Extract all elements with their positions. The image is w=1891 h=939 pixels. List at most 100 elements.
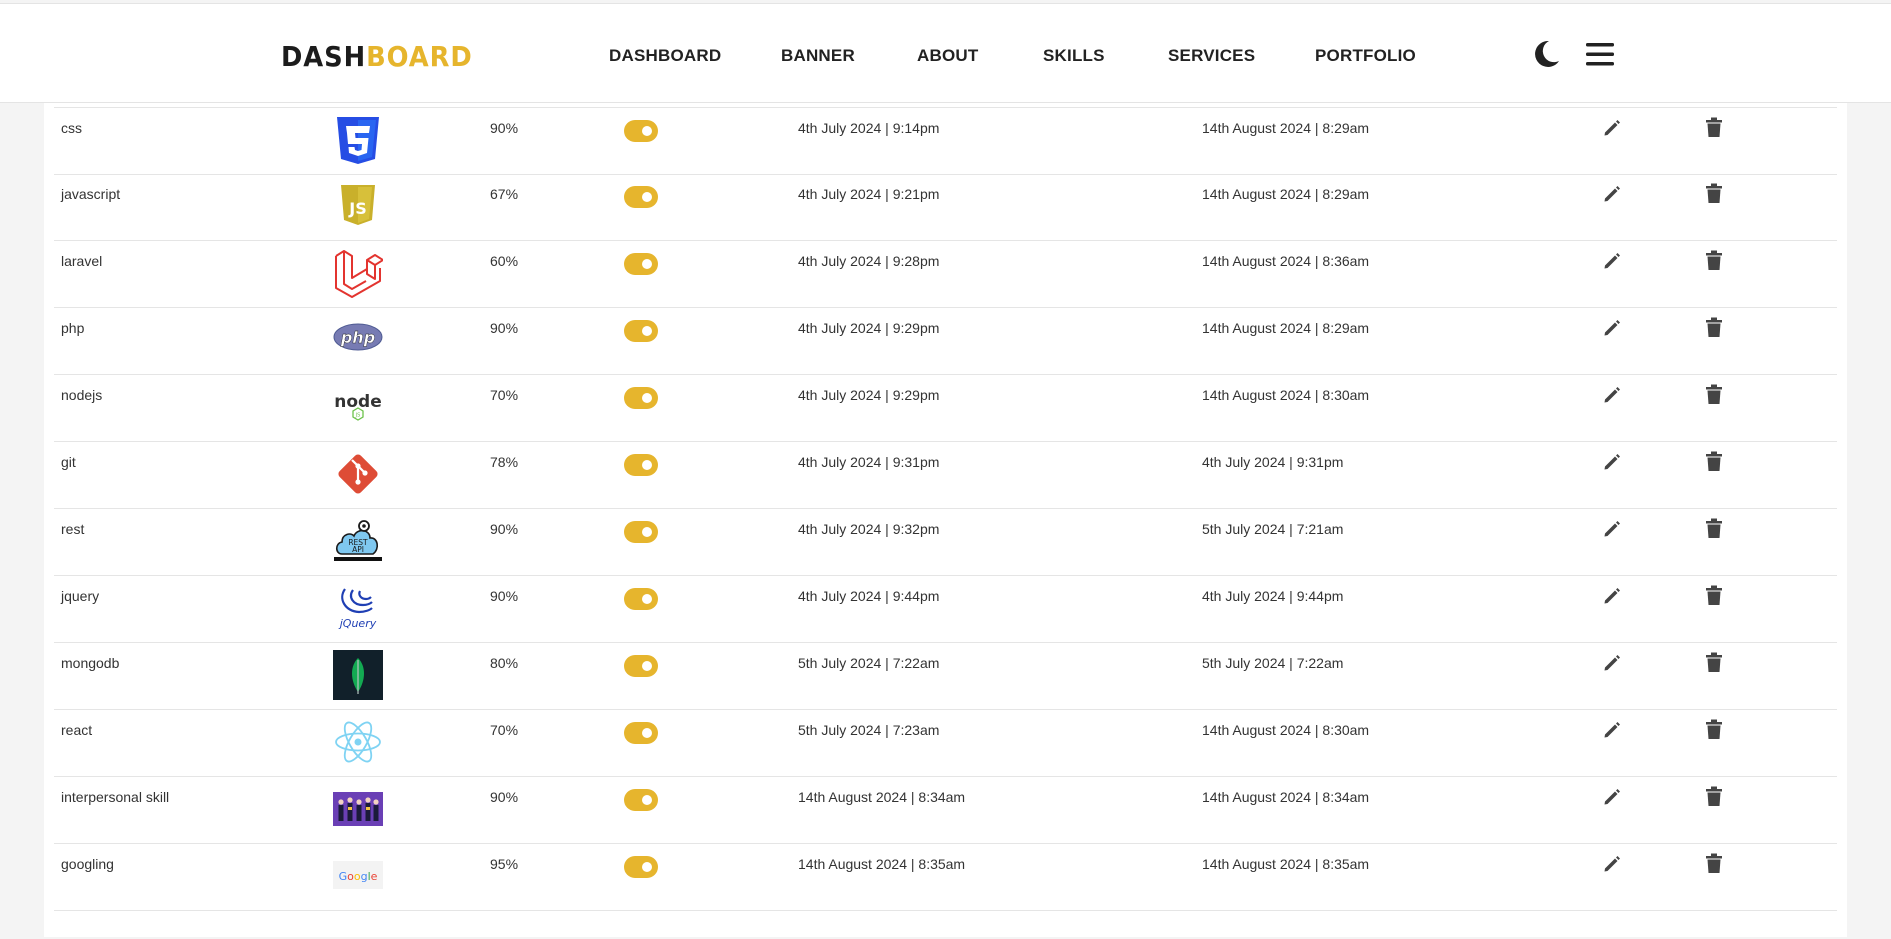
toggle-knob xyxy=(642,460,652,470)
skill-percent: 95% xyxy=(490,856,519,872)
table-row: googling Google 95% 14th August 2024 | 8… xyxy=(54,844,1837,911)
toggle-knob xyxy=(642,661,652,671)
skill-percent: 80% xyxy=(490,655,519,671)
top-navbar: DASHBOARD DASHBOARD BANNER ABOUT SKILLS … xyxy=(0,3,1891,103)
visibility-toggle[interactable] xyxy=(624,454,658,476)
pencil-icon[interactable] xyxy=(1602,720,1622,740)
pencil-icon[interactable] xyxy=(1602,854,1622,874)
skill-percent: 60% xyxy=(490,253,519,269)
pencil-icon[interactable] xyxy=(1602,586,1622,606)
skill-name: git xyxy=(61,454,76,470)
trash-icon[interactable] xyxy=(1705,384,1723,405)
hamburger-menu-icon[interactable] xyxy=(1585,41,1615,68)
skill-name: react xyxy=(61,722,93,738)
skill-name: php xyxy=(61,320,85,336)
trash-icon[interactable] xyxy=(1705,853,1723,874)
pencil-icon[interactable] xyxy=(1602,452,1622,472)
table-row: css 90% 4th July 2024 | 9:14pm 14th Augu… xyxy=(54,107,1837,175)
nav-banner[interactable]: BANNER xyxy=(781,46,855,66)
toggle-knob xyxy=(642,795,652,805)
laravel-logo-icon xyxy=(335,250,383,298)
updated-at: 4th July 2024 | 9:31pm xyxy=(1202,454,1344,470)
pencil-icon[interactable] xyxy=(1602,519,1622,539)
moon-icon[interactable] xyxy=(1532,39,1560,69)
svg-text:Google: Google xyxy=(339,870,378,883)
skill-name: nodejs xyxy=(61,387,103,403)
visibility-toggle[interactable] xyxy=(624,186,658,208)
created-at: 4th July 2024 | 9:32pm xyxy=(798,521,940,537)
table-row: interpersonal skill 90% 14th August 2024… xyxy=(54,777,1837,844)
trash-icon[interactable] xyxy=(1705,719,1723,740)
visibility-toggle[interactable] xyxy=(624,120,658,142)
nav-skills[interactable]: SKILLS xyxy=(1043,46,1105,66)
table-row: mongodb 80% 5th July 2024 | 7:22am 5th J… xyxy=(54,643,1837,710)
trash-icon[interactable] xyxy=(1705,652,1723,673)
skill-percent: 90% xyxy=(490,588,519,604)
updated-at: 14th August 2024 | 8:29am xyxy=(1202,320,1370,336)
visibility-toggle[interactable] xyxy=(624,588,658,610)
css3-logo-icon xyxy=(337,117,379,164)
toggle-knob xyxy=(642,192,652,202)
visibility-toggle[interactable] xyxy=(624,253,658,275)
skill-name: rest xyxy=(61,521,85,537)
react-logo-icon xyxy=(335,721,381,763)
skill-percent: 70% xyxy=(490,722,519,738)
created-at: 14th August 2024 | 8:34am xyxy=(798,789,966,805)
pencil-icon[interactable] xyxy=(1602,787,1622,807)
pencil-icon[interactable] xyxy=(1602,118,1622,138)
svg-text:node: node xyxy=(334,392,381,412)
updated-at: 14th August 2024 | 8:34am xyxy=(1202,789,1370,805)
svg-text:API: API xyxy=(352,545,364,554)
visibility-toggle[interactable] xyxy=(624,789,658,811)
php-logo-icon: php xyxy=(333,323,383,351)
nav-about[interactable]: ABOUT xyxy=(917,46,978,66)
updated-at: 14th August 2024 | 8:36am xyxy=(1202,253,1370,269)
trash-icon[interactable] xyxy=(1705,518,1723,539)
skill-percent: 70% xyxy=(490,387,519,403)
jquery-logo-icon: jQuery xyxy=(338,588,377,630)
pencil-icon[interactable] xyxy=(1602,653,1622,673)
updated-at: 14th August 2024 | 8:29am xyxy=(1202,120,1370,136)
table-row: nodejs node JS 70% 4th July 2024 | 9:29p… xyxy=(54,375,1837,442)
created-at: 4th July 2024 | 9:21pm xyxy=(798,186,940,202)
svg-text:php: php xyxy=(340,328,375,347)
trash-icon[interactable] xyxy=(1705,183,1723,204)
people-illustration-icon xyxy=(333,792,383,826)
visibility-toggle[interactable] xyxy=(624,521,658,543)
skill-name: jquery xyxy=(61,588,100,604)
nav-portfolio[interactable]: PORTFOLIO xyxy=(1315,46,1416,66)
skill-name: css xyxy=(61,120,82,136)
trash-icon[interactable] xyxy=(1705,317,1723,338)
pencil-icon[interactable] xyxy=(1602,385,1622,405)
nodejs-logo-icon: node JS xyxy=(334,392,382,421)
created-at: 4th July 2024 | 9:44pm xyxy=(798,588,940,604)
pencil-icon[interactable] xyxy=(1602,251,1622,271)
toggle-knob xyxy=(642,393,652,403)
trash-icon[interactable] xyxy=(1705,451,1723,472)
svg-text:JS: JS xyxy=(348,199,366,218)
toggle-knob xyxy=(642,259,652,269)
skill-name: mongodb xyxy=(61,655,120,671)
visibility-toggle[interactable] xyxy=(624,387,658,409)
visibility-toggle[interactable] xyxy=(624,655,658,677)
nav-services[interactable]: SERVICES xyxy=(1168,46,1255,66)
svg-text:JS: JS xyxy=(355,413,361,419)
pencil-icon[interactable] xyxy=(1602,184,1622,204)
trash-icon[interactable] xyxy=(1705,250,1723,271)
pencil-icon[interactable] xyxy=(1602,318,1622,338)
skill-name: javascript xyxy=(61,186,121,202)
trash-icon[interactable] xyxy=(1705,117,1723,138)
skill-percent: 90% xyxy=(490,521,519,537)
visibility-toggle[interactable] xyxy=(624,722,658,744)
visibility-toggle[interactable] xyxy=(624,856,658,878)
updated-at: 4th July 2024 | 9:44pm xyxy=(1202,588,1344,604)
trash-icon[interactable] xyxy=(1705,786,1723,807)
created-at: 5th July 2024 | 7:23am xyxy=(798,722,940,738)
trash-icon[interactable] xyxy=(1705,585,1723,606)
skill-percent: 90% xyxy=(490,320,519,336)
table-row: php php 90% 4th July 2024 | 9:29pm 14th … xyxy=(54,308,1837,375)
nav-dashboard[interactable]: DASHBOARD xyxy=(609,46,721,66)
rest-api-logo-icon: REST API xyxy=(334,520,382,561)
table-row: javascript JS 67% 4th July 2024 | 9:21pm… xyxy=(54,174,1837,241)
visibility-toggle[interactable] xyxy=(624,320,658,342)
